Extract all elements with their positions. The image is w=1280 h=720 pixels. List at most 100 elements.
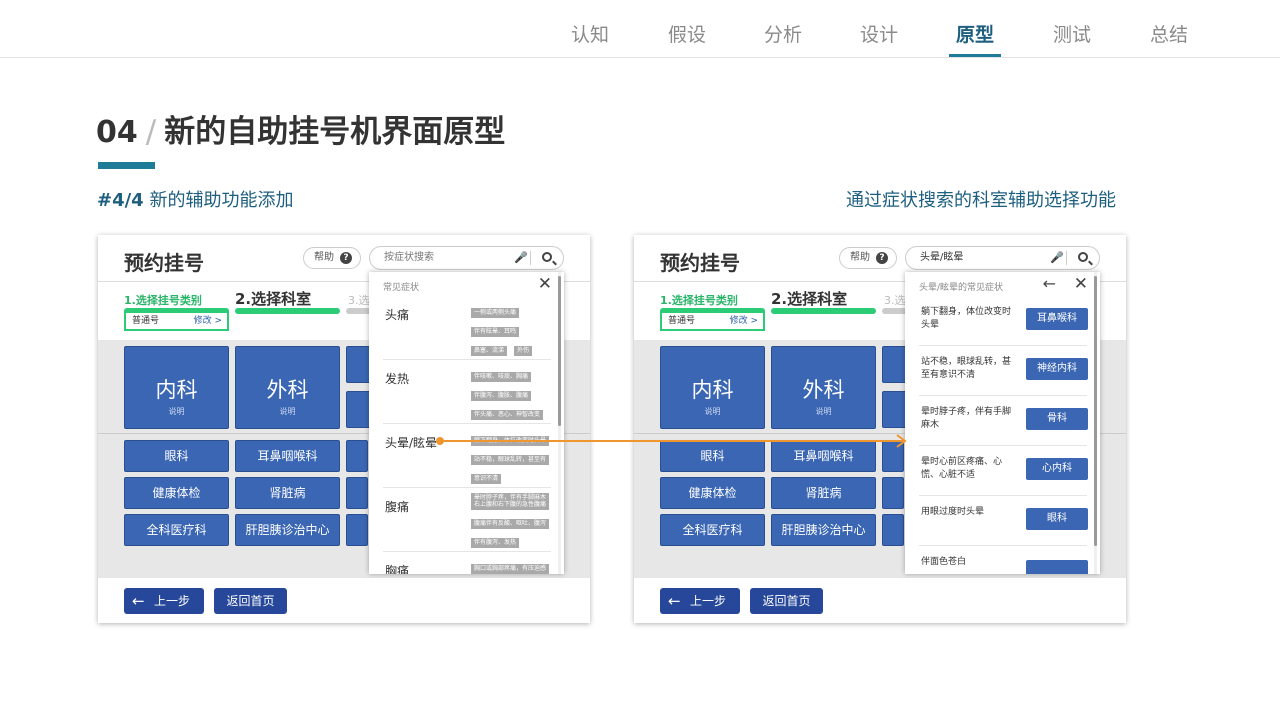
symptom-tag[interactable]: 胸口或胸部疼痛，有压迫感 xyxy=(471,564,550,574)
selected-type-box[interactable]: 普通号 修改 > xyxy=(124,311,229,331)
dept-button-partial[interactable] xyxy=(882,514,904,546)
dept-button-yanke[interactable]: 眼科 xyxy=(124,440,229,472)
dept-button-erbiyanhou[interactable]: 耳鼻咽喉科 xyxy=(235,440,340,472)
dept-button-tijian[interactable]: 健康体检 xyxy=(124,477,229,509)
home-button[interactable]: 返回首页 xyxy=(750,588,823,614)
dept-button-partial[interactable] xyxy=(346,391,371,428)
symptom-tag[interactable]: 意识不清 xyxy=(471,474,502,484)
suggestion-row: 伴面色苍白 xyxy=(919,546,1088,574)
dept-button-neike[interactable]: 内科 说明 xyxy=(124,346,229,429)
symptom-row[interactable]: 胸痛 胸口或胸部疼痛，有压迫感 xyxy=(383,552,551,574)
dept-label: 外科 xyxy=(266,378,309,402)
dept-button-yanke[interactable]: 眼科 xyxy=(660,440,765,472)
subtitle-left: #4/4 新的辅助功能添加 xyxy=(97,186,293,212)
symptom-tags: 伴咳嗽、咳痰、胸痛 伴腹泻、腹胀、腹痛 伴头痛、恶心、神智改变 xyxy=(471,370,559,427)
dept-button-partial[interactable] xyxy=(882,440,904,472)
home-button[interactable]: 返回首页 xyxy=(214,588,287,614)
dept-button-erbiyanhou[interactable]: 耳鼻咽喉科 xyxy=(771,440,876,472)
suggested-dept-button[interactable]: 骨科 xyxy=(1026,408,1088,430)
modify-link[interactable]: 修改 > xyxy=(730,313,758,329)
suggestion-row: 晕时心前区疼痛、心慌、心脏不适 心内科 xyxy=(919,446,1088,496)
nav-item-jiashe[interactable]: 假设 xyxy=(657,20,717,47)
popup-scrollbar[interactable] xyxy=(1094,272,1097,574)
back-button[interactable]: ← 上一步 xyxy=(660,588,740,614)
kiosk-title: 预约挂号 xyxy=(660,251,740,275)
symptom-tags: 胸口或胸部疼痛，有压迫感 xyxy=(471,562,559,574)
symptom-search-input[interactable]: 头晕/眩晕 🎤 xyxy=(905,246,1100,270)
symptom-search-input[interactable]: 按症状搜索 🎤 xyxy=(369,246,564,270)
symptom-tag[interactable]: 躺下翻身，体位改变时头晕 xyxy=(471,436,550,446)
close-icon[interactable]: ✕ xyxy=(538,274,552,294)
symptom-tags: 一侧或两侧头痛 伴有眩晕、耳鸣 鼻塞、流涕 外伤 xyxy=(471,306,559,363)
back-label: 上一步 xyxy=(154,594,191,608)
dept-label: 内科 xyxy=(691,378,734,402)
dept-button-neike[interactable]: 内科 说明 xyxy=(660,346,765,429)
dept-button-shenzang[interactable]: 肾脏病 xyxy=(771,477,876,509)
microphone-icon[interactable]: 🎤 xyxy=(1050,247,1064,269)
selected-type: 普通号 xyxy=(668,316,696,326)
symptom-tag[interactable]: 伴有腹泻、发热 xyxy=(471,538,520,548)
suggested-dept-button[interactable]: 心内科 xyxy=(1026,458,1088,480)
dept-button-tijian[interactable]: 健康体检 xyxy=(660,477,765,509)
suggested-dept-button[interactable]: 耳鼻喉科 xyxy=(1026,308,1088,330)
symptom-tag[interactable]: 腹痛伴有反酸、呕吐、腹泻 xyxy=(471,519,550,529)
dept-label: 外科 xyxy=(802,378,845,402)
nav-item-fenxi[interactable]: 分析 xyxy=(753,20,813,47)
help-label: 帮助 xyxy=(850,252,870,263)
symptom-tag[interactable]: 伴腹泻、腹胀、腹痛 xyxy=(471,391,532,401)
symptom-row[interactable]: 发热 伴咳嗽、咳痰、胸痛 伴腹泻、腹胀、腹痛 伴头痛、恶心、神智改变 xyxy=(383,360,551,424)
dept-button-partial[interactable] xyxy=(346,514,368,546)
search-separator xyxy=(530,251,531,265)
selected-type-box[interactable]: 普通号 修改 > xyxy=(660,311,765,331)
symptom-tag[interactable]: 外伤 xyxy=(514,346,533,356)
symptom-tag[interactable]: 伴咳嗽、咳痰、胸痛 xyxy=(471,372,532,382)
suggested-dept-button[interactable] xyxy=(1026,560,1088,574)
back-arrow-icon[interactable]: ← xyxy=(1043,274,1056,293)
dept-button-partial[interactable] xyxy=(882,346,907,383)
dept-button-gandanyi[interactable]: 肝胆胰诊治中心 xyxy=(771,514,876,546)
dept-button-partial[interactable] xyxy=(882,391,907,428)
symptom-tag[interactable]: 鼻塞、流涕 xyxy=(471,346,508,356)
microphone-icon[interactable]: 🎤 xyxy=(514,247,528,269)
help-button[interactable]: 帮助 ? xyxy=(839,247,897,269)
suggestion-symptom: 晕时脖子疼，伴有手脚麻木 xyxy=(921,407,1012,430)
symptom-row[interactable]: 头痛 一侧或两侧头痛 伴有眩晕、耳鸣 鼻塞、流涕 外伤 xyxy=(383,296,551,360)
dept-button-quanke[interactable]: 全科医疗科 xyxy=(124,514,229,546)
dept-button-gandanyi[interactable]: 肝胆胰诊治中心 xyxy=(235,514,340,546)
symptom-row[interactable]: 腹痛 右上腹和右下腹的急性腹痛 腹痛伴有反酸、呕吐、腹泻 伴有腹泻、发热 xyxy=(383,488,551,552)
dept-button-waike[interactable]: 外科 说明 xyxy=(771,346,876,429)
help-button[interactable]: 帮助 ? xyxy=(303,247,361,269)
suggestion-row: 站不稳，眼球乱转，甚至有意识不清 神经内科 xyxy=(919,346,1088,396)
dept-button-partial[interactable] xyxy=(882,477,904,509)
nav-item-yuanxing[interactable]: 原型 xyxy=(945,20,1005,47)
suggested-dept-button[interactable]: 神经内科 xyxy=(1026,358,1088,380)
search-icon[interactable] xyxy=(1078,252,1088,262)
dept-button-quanke[interactable]: 全科医疗科 xyxy=(660,514,765,546)
dept-button-partial[interactable] xyxy=(346,440,368,472)
close-icon[interactable]: ✕ xyxy=(1074,274,1088,294)
nav-item-zongjie[interactable]: 总结 xyxy=(1139,20,1199,47)
nav-item-sheji[interactable]: 设计 xyxy=(849,20,909,47)
suggested-dept-button[interactable]: 眼科 xyxy=(1026,508,1088,530)
symptom-row[interactable]: 头晕/眩晕 躺下翻身，体位改变时头晕 站不稳，眼球乱转，甚至有 意识不清 晕时脖… xyxy=(383,424,551,503)
search-icon[interactable] xyxy=(542,252,552,262)
symptom-name: 发热 xyxy=(385,372,410,386)
nav-item-ceshi[interactable]: 测试 xyxy=(1042,20,1102,47)
symptom-tag[interactable]: 右上腹和右下腹的急性腹痛 xyxy=(471,500,550,510)
modify-link[interactable]: 修改 > xyxy=(194,313,222,329)
symptom-tag[interactable]: 伴头痛、恶心、神智改变 xyxy=(471,410,544,420)
dept-button-partial[interactable] xyxy=(346,346,371,383)
dept-button-partial[interactable] xyxy=(346,477,368,509)
nav-active-underline xyxy=(949,54,1001,57)
dept-button-shenzang[interactable]: 肾脏病 xyxy=(235,477,340,509)
symptom-tag[interactable]: 站不稳，眼球乱转，甚至有 xyxy=(471,455,550,465)
scrollbar-thumb[interactable] xyxy=(1094,276,1097,546)
symptom-tag[interactable]: 一侧或两侧头痛 xyxy=(471,308,520,318)
symptom-popup: 常见症状 ✕ 头痛 一侧或两侧头痛 伴有眩晕、耳鸣 鼻塞、流涕 外伤 发热 伴咳… xyxy=(369,272,564,574)
suggestion-symptom: 晕时心前区疼痛、心慌、心脏不适 xyxy=(921,457,1003,480)
back-button[interactable]: ← 上一步 xyxy=(124,588,204,614)
dept-button-waike[interactable]: 外科 说明 xyxy=(235,346,340,429)
nav-item-renzhi[interactable]: 认知 xyxy=(560,20,620,47)
step-1-label: 1.选择挂号类别 xyxy=(660,294,738,307)
symptom-tag[interactable]: 伴有眩晕、耳鸣 xyxy=(471,327,520,337)
